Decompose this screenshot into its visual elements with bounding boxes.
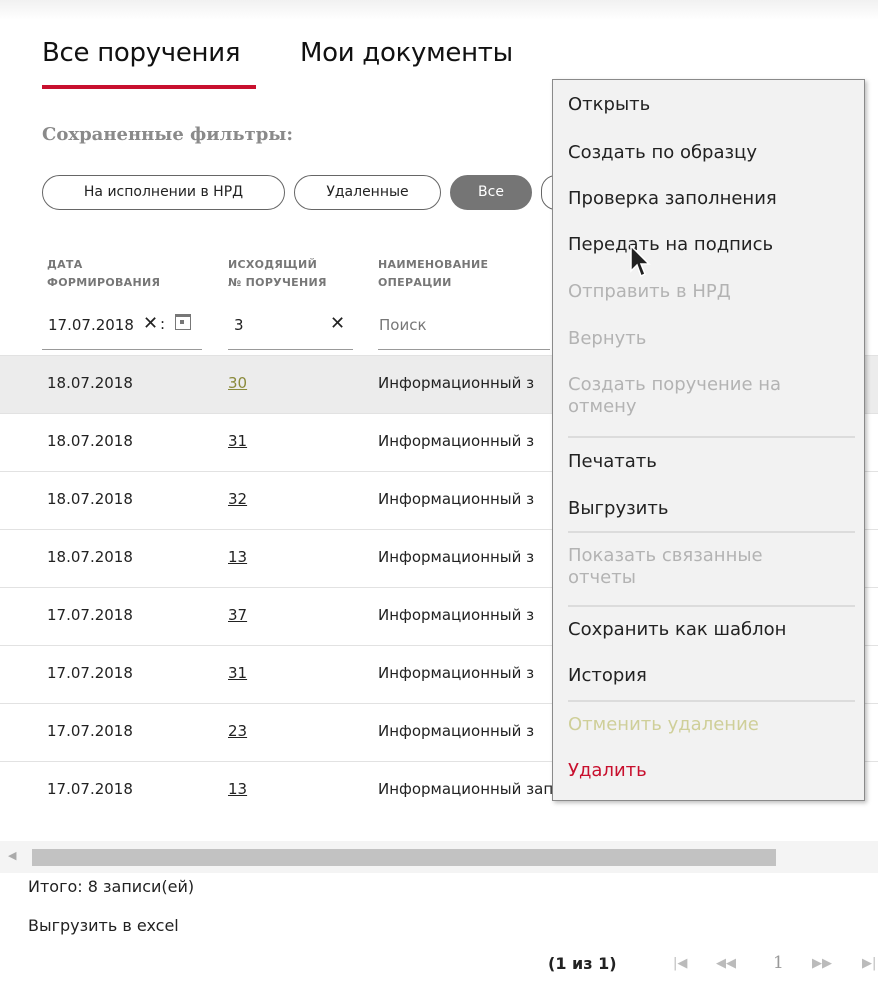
- menu-item-label: Отправить в НРД: [568, 281, 731, 302]
- cell-date: 18.07.2018: [47, 374, 133, 392]
- cell-operation: Информационный з: [378, 722, 535, 740]
- cell-date: 17.07.2018: [47, 606, 133, 624]
- menu-item-label: Показать связанные: [568, 545, 763, 566]
- menu-item-label: Удалить: [568, 760, 647, 781]
- column-header-number-line1: ИСХОДЯЩИЙ: [228, 258, 318, 271]
- pager-last-icon[interactable]: ▶|: [862, 956, 876, 971]
- cell-operation: Информационный з: [378, 374, 535, 392]
- number-filter-value[interactable]: 3: [234, 316, 244, 334]
- cell-number-link[interactable]: 31: [228, 432, 247, 450]
- menu-item-check-filling[interactable]: Проверка заполнения: [568, 188, 777, 210]
- cell-operation: Информационный з: [378, 432, 535, 450]
- menu-separator: [568, 531, 855, 533]
- date-filter-value[interactable]: 17.07.2018: [48, 316, 134, 334]
- cell-operation: Информационный з: [378, 548, 535, 566]
- menu-item-return[interactable]: Вернуть: [568, 328, 646, 350]
- menu-item-print[interactable]: Печатать: [568, 451, 657, 473]
- scroll-left-icon[interactable]: ◀: [8, 849, 16, 862]
- menu-item-label: Сохранить как шаблон: [568, 619, 787, 640]
- context-menu: Открыть Создать по образцу Проверка заполн…: [552, 79, 865, 801]
- column-header-operation[interactable]: НАИМЕНОВАНИЕ ОПЕРАЦИИ: [378, 256, 488, 292]
- export-excel-link[interactable]: Выгрузить в excel: [28, 916, 179, 935]
- menu-item-save-as-template[interactable]: Сохранить как шаблон: [568, 619, 786, 641]
- cell-operation: Информационный з: [378, 490, 535, 508]
- filter-chip-all[interactable]: Все: [450, 175, 532, 210]
- column-header-date-line2: ФОРМИРОВАНИЯ: [47, 276, 161, 289]
- pager-first-icon[interactable]: |◀: [673, 956, 687, 971]
- menu-item-undo-delete[interactable]: Отменить удаление: [568, 714, 759, 736]
- cell-date: 18.07.2018: [47, 432, 133, 450]
- operation-search-field[interactable]: Поиск: [378, 306, 550, 350]
- filter-chip-in-execution[interactable]: На исполнении в НРД: [42, 175, 285, 210]
- menu-item-create-cancel-order[interactable]: Создать поручение на отмену: [568, 374, 781, 418]
- menu-item-label-line2: отмену: [568, 396, 637, 417]
- saved-filters-label: Сохраненные фильтры:: [42, 124, 293, 145]
- menu-item-history[interactable]: История: [568, 665, 647, 687]
- column-header-operation-line2: ОПЕРАЦИИ: [378, 276, 452, 289]
- cell-number-link[interactable]: 32: [228, 490, 247, 508]
- cell-number-link[interactable]: 31: [228, 664, 247, 682]
- menu-item-label: Создать по образцу: [568, 142, 757, 163]
- menu-item-export[interactable]: Выгрузить: [568, 498, 668, 520]
- menu-item-label: Передать на подпись: [568, 234, 774, 255]
- scrollbar-thumb[interactable]: [32, 849, 776, 866]
- menu-item-label: История: [568, 665, 647, 686]
- menu-item-label: Вернуть: [568, 328, 647, 349]
- cell-date: 18.07.2018: [47, 490, 133, 508]
- calendar-icon[interactable]: [175, 314, 191, 330]
- cell-number-link[interactable]: 37: [228, 606, 247, 624]
- menu-separator: [568, 605, 855, 607]
- cell-operation: Информационный з: [378, 606, 535, 624]
- date-range-separator: :: [160, 315, 166, 333]
- menu-item-send-to-sign[interactable]: Передать на подпись: [568, 234, 773, 256]
- column-header-date[interactable]: ДАТА ФОРМИРОВАНИЯ: [47, 256, 160, 292]
- cell-number-link[interactable]: 30: [228, 374, 247, 392]
- cell-date: 17.07.2018: [47, 664, 133, 682]
- clear-number-icon[interactable]: ✕: [330, 313, 345, 334]
- cell-number-link[interactable]: 13: [228, 780, 247, 798]
- date-filter-field[interactable]: 17.07.2018 ✕ :: [42, 306, 202, 350]
- clear-date-icon[interactable]: ✕: [143, 313, 158, 334]
- menu-item-label: Выгрузить: [568, 498, 669, 519]
- window-top-shadow: [0, 0, 878, 20]
- cell-number-link[interactable]: 23: [228, 722, 247, 740]
- cell-date: 18.07.2018: [47, 548, 133, 566]
- records-total: Итого: 8 записи(ей): [28, 877, 195, 896]
- number-filter-field[interactable]: 3 ✕: [228, 306, 353, 350]
- menu-item-label: Отменить удаление: [568, 714, 759, 735]
- pager-info: (1 из 1): [548, 954, 617, 973]
- tab-my-documents[interactable]: Мои документы: [300, 38, 513, 68]
- menu-item-label-line2: отчеты: [568, 567, 636, 588]
- cell-number-link[interactable]: 13: [228, 548, 247, 566]
- active-tab-underline: [42, 85, 256, 89]
- cell-date: 17.07.2018: [47, 722, 133, 740]
- column-header-number[interactable]: ИСХОДЯЩИЙ № ПОРУЧЕНИЯ: [228, 256, 327, 292]
- menu-item-label: Печатать: [568, 451, 657, 472]
- menu-item-label: Открыть: [568, 94, 651, 115]
- menu-item-label: Проверка заполнения: [568, 188, 777, 209]
- cell-date: 17.07.2018: [47, 780, 133, 798]
- menu-item-delete[interactable]: Удалить: [568, 760, 647, 782]
- menu-separator: [568, 436, 855, 438]
- tab-all-orders[interactable]: Все поручения: [42, 38, 240, 68]
- menu-separator: [568, 700, 855, 702]
- operation-search-placeholder[interactable]: Поиск: [379, 316, 427, 334]
- filter-chip-deleted[interactable]: Удаленные: [294, 175, 441, 210]
- column-header-date-line1: ДАТА: [47, 258, 83, 271]
- horizontal-scrollbar[interactable]: ◀: [0, 841, 878, 873]
- mouse-cursor-icon: [630, 245, 651, 278]
- cell-operation: Информационный з: [378, 664, 535, 682]
- menu-item-send-to-nrd[interactable]: Отправить в НРД: [568, 281, 731, 303]
- menu-item-create-from-sample[interactable]: Создать по образцу: [568, 142, 757, 164]
- menu-item-open[interactable]: Открыть: [568, 94, 650, 116]
- menu-item-show-related-reports[interactable]: Показать связанные отчеты: [568, 545, 763, 589]
- column-header-number-line2: № ПОРУЧЕНИЯ: [228, 276, 327, 289]
- pager-next-icon[interactable]: ▶▶: [812, 956, 832, 971]
- column-header-operation-line1: НАИМЕНОВАНИЕ: [378, 258, 489, 271]
- pager-prev-icon[interactable]: ◀◀: [716, 956, 736, 971]
- pager-current-page[interactable]: 1: [773, 953, 784, 973]
- menu-item-label: Создать поручение на: [568, 374, 782, 395]
